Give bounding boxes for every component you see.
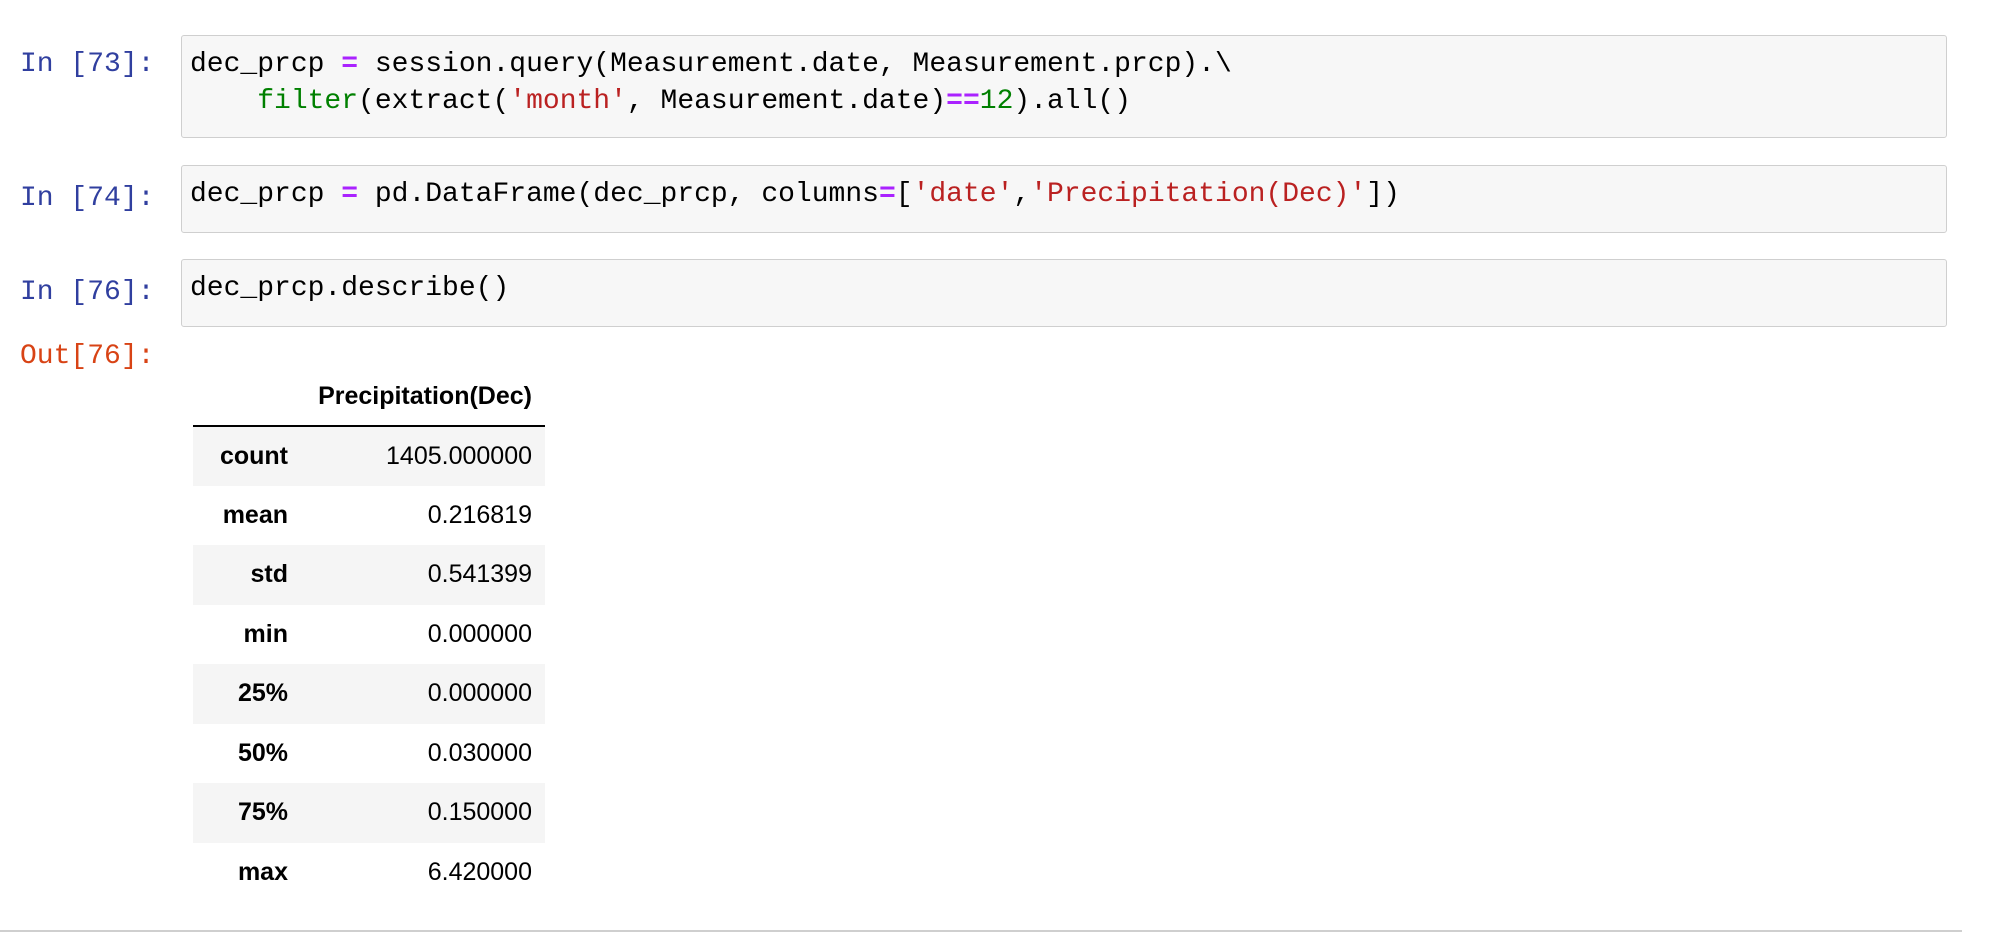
- code-token: (extract(: [358, 86, 510, 117]
- code-token: dec_prcp.describe(): [190, 273, 510, 304]
- row-value: 0.150000: [427, 798, 532, 827]
- cell-divider: [0, 930, 1962, 932]
- input-prompt-74: In [74]:: [20, 183, 155, 214]
- code-builtin: filter: [257, 86, 359, 117]
- code-string: 'month': [509, 86, 627, 117]
- code-token: [: [895, 179, 913, 210]
- code-number: 12: [979, 86, 1014, 117]
- code-line: dec_prcp.describe(): [190, 270, 1938, 307]
- code-line: filter(extract('month', Measurement.date…: [190, 83, 1938, 120]
- output-prompt-76: Out[76]:: [20, 341, 155, 372]
- row-index-label: mean: [222, 500, 288, 529]
- code-token: ]): [1366, 179, 1400, 210]
- row-value: 0.541399: [427, 560, 532, 589]
- table-row: 75% 0.150000: [193, 783, 545, 843]
- code-operator: ==: [946, 86, 980, 117]
- code-string: 'date': [912, 179, 1014, 210]
- table-row: std 0.541399: [193, 545, 545, 605]
- row-value: 1405.000000: [386, 441, 532, 470]
- row-index-label: std: [250, 560, 289, 589]
- row-value: 0.000000: [427, 679, 532, 708]
- row-value: 0.030000: [427, 738, 532, 767]
- code-editor-74[interactable]: dec_prcp = pd.DataFrame(dec_prcp, column…: [181, 165, 1947, 233]
- code-token: dec_prcp: [190, 179, 342, 210]
- table-body: count 1405.000000 mean 0.216819 std 0.541399 m…: [193, 426, 545, 902]
- code-string: 'Precipitation(Dec)': [1030, 179, 1367, 210]
- table-row: 25% 0.000000: [193, 664, 545, 724]
- code-token: pd.DataFrame(dec_prcp, columns: [358, 179, 879, 210]
- code-token: , Measurement.date): [626, 86, 947, 117]
- row-index-label: count: [219, 441, 288, 470]
- input-prompt-76: In [76]:: [20, 277, 155, 308]
- row-value: 0.000000: [427, 619, 532, 648]
- table-row: mean 0.216819: [193, 486, 545, 546]
- table-row: count 1405.000000: [193, 426, 545, 486]
- column-header: Precipitation(Dec): [301, 368, 545, 427]
- table-row: 50% 0.030000: [193, 724, 545, 784]
- row-value: 6.420000: [427, 857, 532, 886]
- code-editor-73[interactable]: dec_prcp = session.query(Measurement.dat…: [181, 35, 1947, 138]
- index-header: [193, 368, 301, 427]
- code-token: dec_prcp: [190, 49, 342, 80]
- code-operator: =: [341, 179, 359, 210]
- row-index-label: max: [237, 857, 288, 886]
- code-token: session.query(Measurement.date, Measurem…: [358, 49, 1232, 80]
- code-editor-76[interactable]: dec_prcp.describe(): [181, 259, 1947, 327]
- row-index-label: 50%: [237, 738, 288, 767]
- table-row: max 6.420000: [193, 843, 545, 903]
- code-token: ).all(): [1013, 86, 1132, 117]
- table-header-row: Precipitation(Dec): [193, 368, 545, 427]
- code-operator: =: [341, 49, 359, 80]
- dataframe-output: Precipitation(Dec) count 1405.000000 mean 0…: [193, 368, 545, 902]
- table-row: min 0.000000: [193, 605, 545, 665]
- row-index-label: min: [243, 619, 288, 648]
- input-prompt-73: In [73]:: [20, 49, 155, 80]
- row-value: 0.216819: [427, 500, 532, 529]
- code-operator: =: [878, 179, 896, 210]
- code-line: dec_prcp = session.query(Measurement.dat…: [190, 46, 1938, 83]
- code-line: dec_prcp = pd.DataFrame(dec_prcp, column…: [190, 176, 1938, 213]
- row-index-label: 75%: [237, 798, 288, 827]
- row-index-label: 25%: [237, 679, 288, 708]
- code-token: ,: [1013, 179, 1031, 210]
